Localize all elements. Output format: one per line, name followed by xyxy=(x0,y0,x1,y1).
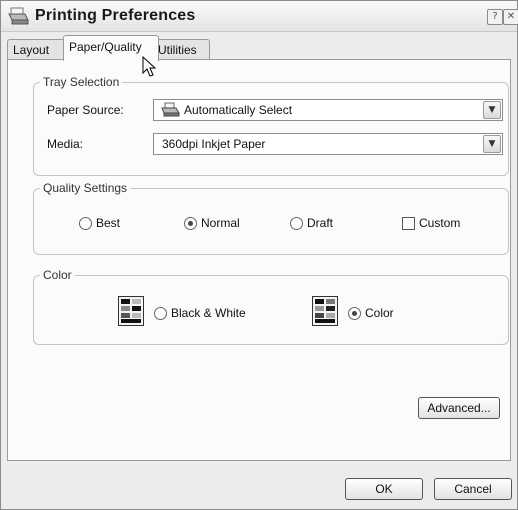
draft-label[interactable]: Draft xyxy=(307,216,333,230)
quality-settings-legend: Quality Settings xyxy=(40,181,131,195)
normal-label[interactable]: Normal xyxy=(201,216,240,230)
printer-app-icon xyxy=(8,7,29,25)
best-label[interactable]: Best xyxy=(96,216,120,230)
tray-selection-legend: Tray Selection xyxy=(40,75,123,89)
tray-selection-group: Tray Selection Paper Source: Automatical… xyxy=(33,75,509,176)
color-label[interactable]: Color xyxy=(365,306,394,320)
color-radio[interactable] xyxy=(348,307,361,320)
tab-panel-paper-quality: Tray Selection Paper Source: Automatical… xyxy=(7,59,511,461)
custom-checkbox[interactable] xyxy=(402,217,415,230)
chevron-down-icon[interactable]: ▼ xyxy=(483,101,501,119)
printing-preferences-window: Printing Preferences ? ✕ Layout Paper/Qu… xyxy=(0,0,518,510)
custom-label[interactable]: Custom xyxy=(419,216,460,230)
black-white-radio[interactable] xyxy=(154,307,167,320)
media-value: 360dpi Inkjet Paper xyxy=(162,137,266,151)
bw-cartridge-icon xyxy=(118,296,144,326)
title-bar[interactable]: Printing Preferences ? ✕ xyxy=(1,1,518,32)
tab-layout[interactable]: Layout xyxy=(7,39,67,60)
tab-utilities[interactable]: Utilities xyxy=(152,39,210,60)
normal-radio[interactable] xyxy=(184,217,197,230)
window-title: Printing Preferences xyxy=(35,7,196,24)
paper-source-label: Paper Source: xyxy=(47,103,124,117)
media-dropdown[interactable]: 360dpi Inkjet Paper ▼ xyxy=(153,133,503,155)
ok-button[interactable]: OK xyxy=(345,478,423,500)
chevron-down-icon[interactable]: ▼ xyxy=(483,135,501,153)
quality-settings-group: Quality Settings Best Normal Draft Custo… xyxy=(33,181,509,255)
paper-source-value: Automatically Select xyxy=(184,103,293,117)
advanced-button[interactable]: Advanced... xyxy=(418,397,500,419)
draft-radio[interactable] xyxy=(290,217,303,230)
black-white-label[interactable]: Black & White xyxy=(171,306,246,320)
help-button[interactable]: ? xyxy=(487,9,503,25)
color-legend: Color xyxy=(40,268,75,282)
close-button[interactable]: ✕ xyxy=(503,9,518,25)
color-cartridge-icon xyxy=(312,296,338,326)
paper-source-dropdown[interactable]: Automatically Select ▼ xyxy=(153,99,503,121)
color-group: Color Black & White Color xyxy=(33,268,509,345)
mouse-cursor-icon xyxy=(142,56,157,77)
cancel-button[interactable]: Cancel xyxy=(434,478,512,500)
media-label: Media: xyxy=(47,137,84,151)
printer-icon xyxy=(161,102,180,117)
best-radio[interactable] xyxy=(79,217,92,230)
